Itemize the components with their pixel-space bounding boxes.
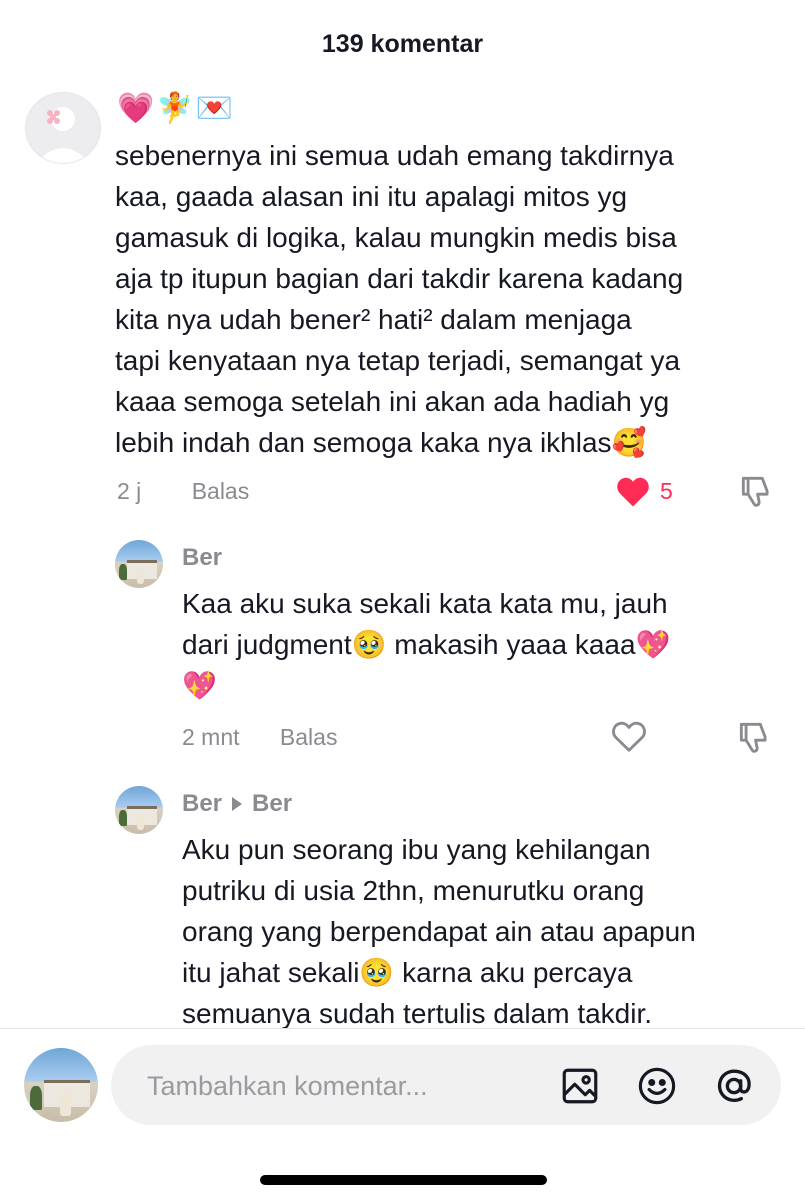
heart-outline-icon <box>612 721 646 752</box>
avatar[interactable] <box>25 92 101 164</box>
timestamp: 2 mnt <box>182 724 240 750</box>
username-author[interactable]: Ber <box>182 790 222 817</box>
comment-count-title: 139 komentar <box>321 30 484 58</box>
divider <box>0 1028 805 1029</box>
comment-text: Aku pun seorang ibu yang kehilangan putr… <box>182 829 792 1034</box>
timestamp: 2 j <box>117 478 142 504</box>
comment-line: tapi kenyataan nya tetap terjadi, semang… <box>115 345 681 376</box>
comment-line: kaaa semoga setelah ini akan ada hadiah … <box>115 386 670 417</box>
comment-line: gamasuk di logika, kalau mungkin medis b… <box>115 222 677 253</box>
comment-line: Kaa aku suka sekali kata kata mu, jauh <box>182 588 668 619</box>
comment-line: aja tp itupun bagian dari takdir karena … <box>115 263 684 294</box>
thumbs-down-icon <box>739 722 767 753</box>
reply-button[interactable]: Balas <box>192 478 250 504</box>
reply-button[interactable]: Balas <box>280 724 338 750</box>
heart-filled-icon <box>617 477 649 507</box>
comment-line: lebih indah dan semoga kaka nya ikhlas🥰 <box>115 427 647 458</box>
comment-input[interactable] <box>145 1065 529 1107</box>
my-avatar[interactable] <box>24 1048 98 1122</box>
smiley-icon[interactable] <box>636 1065 678 1107</box>
comment-line: Aku pun seorang ibu yang kehilangan <box>182 834 651 865</box>
reply-arrow-icon <box>232 796 243 811</box>
comment-line: dari judgment🥹 makasih yaaa kaaa💖 <box>182 629 671 660</box>
comment-line: sebenernya ini semua udah emang takdirny… <box>115 140 674 171</box>
comment-line: orang yang berpendapat ain atau apapun <box>182 916 696 947</box>
comment-meta: 2 j Balas <box>117 478 283 505</box>
avatar[interactable] <box>115 540 163 588</box>
comment-text: Kaa aku suka sekali kata kata mu, jauh d… <box>182 583 782 706</box>
comment-input-container[interactable] <box>111 1045 781 1125</box>
comment-line: 💖 <box>182 670 217 701</box>
comment-line: itu jahat sekali🥹 karna aku percaya <box>182 957 633 988</box>
comment-text: sebenernya ini semua udah emang takdirny… <box>115 135 795 463</box>
dislike-button[interactable] <box>737 472 775 515</box>
avatar[interactable] <box>115 786 163 834</box>
comment-line: kita nya udah bener² hati² dalam menjaga <box>115 304 632 335</box>
image-icon[interactable] <box>559 1065 601 1107</box>
home-indicator <box>260 1175 547 1185</box>
like-count: 5 <box>660 477 673 504</box>
comment-line: putriku di usia 2thn, menurutku orang <box>182 875 645 906</box>
comment-meta: 2 mnt Balas <box>182 724 371 751</box>
at-icon[interactable] <box>713 1065 755 1107</box>
thumbs-down-icon <box>741 476 769 507</box>
comment-line: kaa, gaada alasan ini itu apalagi mitos … <box>115 181 628 212</box>
username[interactable]: Ber Ber <box>182 790 292 818</box>
like-button[interactable]: 5 <box>614 474 673 508</box>
dislike-button[interactable] <box>735 718 773 761</box>
username[interactable]: Ber <box>182 544 222 572</box>
username-reply-to[interactable]: Ber <box>252 790 292 817</box>
username-emojis[interactable]: 💗🧚💌 <box>117 92 235 126</box>
like-button[interactable] <box>610 718 648 754</box>
